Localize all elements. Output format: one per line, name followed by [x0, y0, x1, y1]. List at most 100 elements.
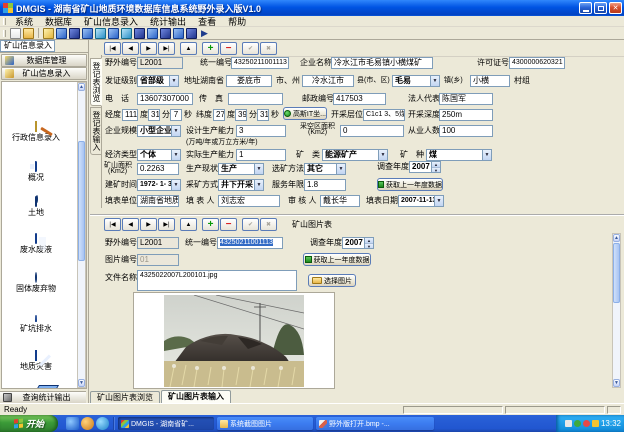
mining-method-combo[interactable]: 井下开采▼	[218, 179, 264, 191]
up-record-button[interactable]: ▲	[180, 218, 197, 231]
menu-help[interactable]: 帮助	[222, 15, 252, 28]
sidebar-item-pit-drainage[interactable]: 矿坑排水	[2, 313, 70, 333]
chevron-down-icon[interactable]: ▼	[434, 196, 443, 206]
waste-water-icon[interactable]	[82, 28, 93, 39]
sidebar-item-solid-waste[interactable]: 固体废弃物	[2, 273, 70, 293]
sidebar-scrollbar[interactable]: ▲ ▼	[77, 82, 86, 388]
chevron-down-icon[interactable]: ▼	[430, 76, 439, 86]
workers-input[interactable]: 100	[439, 125, 493, 137]
picture-panel-scrollbar[interactable]: ▲ ▼	[612, 233, 621, 388]
region-input[interactable]: 冷水江市	[302, 75, 354, 87]
town-input[interactable]: 小横	[470, 75, 510, 87]
task-paint-bmp[interactable]: 野外版打开.bmp -...	[316, 417, 434, 430]
lat-min-input[interactable]: 39	[235, 109, 247, 121]
select-picture-button[interactable]: 选择图片	[308, 274, 356, 287]
pic-no-input[interactable]: 01	[137, 254, 179, 266]
phone-input[interactable]: 13607307000	[137, 93, 193, 105]
add-record-button[interactable]: +	[202, 42, 219, 55]
minimize-button[interactable]	[579, 2, 592, 14]
first-record-button[interactable]: |◀	[104, 42, 121, 55]
edit-record-icon[interactable]	[43, 28, 54, 39]
fill-person-input[interactable]: 刘志宏	[218, 195, 280, 207]
economic-type-combo[interactable]: 个体▼	[137, 149, 181, 161]
menu-statistics-output[interactable]: 统计输出	[144, 15, 192, 28]
survey-year-spinner[interactable]: 2007▲▼	[409, 161, 441, 173]
legal-rep-input[interactable]: 陈国军	[439, 93, 493, 105]
license-no-input[interactable]: 4300000620321	[509, 57, 565, 69]
chevron-down-icon[interactable]: ▼	[336, 164, 345, 174]
scroll-down-icon[interactable]: ▼	[78, 379, 85, 387]
delete-record-button[interactable]: −	[220, 42, 237, 55]
lon-sec-input[interactable]: 7	[170, 109, 182, 121]
design-capacity-input[interactable]: 3	[236, 125, 286, 137]
get-prev-year-button[interactable]: 获取上一年度数据	[377, 178, 443, 191]
pic-field-no-input[interactable]: L2001	[137, 237, 179, 249]
reviewer-input[interactable]: 戴长华	[320, 195, 360, 207]
menu-system[interactable]: 系统	[9, 15, 39, 28]
cancel-record-button[interactable]: ✖	[260, 218, 277, 231]
commit-record-button[interactable]: ✔	[242, 42, 259, 55]
tab-register-browse[interactable]: 登记表浏览	[90, 58, 102, 106]
task-dmgis[interactable]: DMGIS - 湖南省矿...	[118, 417, 214, 430]
restore-button[interactable]	[594, 2, 607, 14]
service-years-input[interactable]: 1.8	[304, 179, 346, 191]
chevron-down-icon[interactable]: ▼	[169, 76, 178, 86]
open-folder-icon[interactable]	[23, 28, 34, 39]
pit-drainage-icon[interactable]	[108, 28, 119, 39]
sidebar-item-overview[interactable]: 概况	[2, 162, 70, 182]
sidebar-group-mine-entry[interactable]: 矿山信息录入	[1, 67, 87, 80]
start-button[interactable]: 开始	[0, 415, 58, 432]
add-record-button[interactable]: +	[202, 218, 219, 231]
actual-capacity-input[interactable]: 1	[236, 149, 286, 161]
sidebar-item-waste-water[interactable]: 废水废液	[2, 234, 70, 254]
sidebar-item-geo-hazard[interactable]: 地质灾害	[2, 351, 70, 371]
more-tools-icon[interactable]: ▶	[199, 28, 210, 39]
unified-no-input[interactable]: 43250211001113	[231, 57, 289, 69]
delete-record-button[interactable]: −	[220, 218, 237, 231]
spin-down-icon[interactable]: ▼	[365, 244, 373, 249]
sidebar-group-database[interactable]: 数据库管理	[1, 54, 87, 67]
tray-icon-3[interactable]	[583, 420, 590, 427]
collapse-icon[interactable]	[147, 28, 158, 39]
chevron-down-icon[interactable]: ▼	[254, 180, 263, 190]
land-survey-icon[interactable]	[134, 28, 145, 39]
chevron-down-icon[interactable]: ▼	[378, 150, 387, 160]
tab-register-input[interactable]: 登记表输入	[90, 107, 102, 155]
chevron-down-icon[interactable]: ▼	[171, 150, 180, 160]
tab-picture-input[interactable]: 矿山图片表输入	[161, 390, 231, 403]
scrollbar-thumb[interactable]	[613, 243, 620, 303]
overview-icon[interactable]	[56, 28, 67, 39]
chevron-down-icon[interactable]: ▼	[171, 126, 180, 136]
solid-waste-icon[interactable]	[95, 28, 106, 39]
gauss-coord-button[interactable]: 高斯IT坐...	[283, 107, 327, 120]
geo-hazard-icon[interactable]	[121, 28, 132, 39]
built-time-combo[interactable]: 1972- 1- 3▼	[137, 179, 181, 191]
pic-survey-year-spinner[interactable]: 2007▲▼	[342, 237, 374, 249]
commit-record-button[interactable]: ✔	[242, 218, 259, 231]
chevron-down-icon[interactable]: ▼	[482, 150, 491, 160]
cert-level-combo[interactable]: 省部级▼	[137, 75, 179, 87]
scroll-up-icon[interactable]: ▲	[613, 234, 620, 242]
column-icon[interactable]	[160, 28, 171, 39]
quicklaunch-icon-2[interactable]	[81, 417, 94, 430]
chart-icon[interactable]	[173, 28, 184, 39]
mining-depth-input[interactable]: 250m	[439, 109, 493, 121]
chevron-down-icon[interactable]: ▼	[171, 180, 180, 190]
postcode-input[interactable]: 417503	[333, 93, 386, 105]
lon-deg-input[interactable]: 111	[122, 109, 138, 121]
new-document-icon[interactable]	[10, 28, 21, 39]
mine-area-input[interactable]: 0.2263	[137, 163, 179, 175]
quicklaunch-icon-3[interactable]	[96, 417, 109, 430]
production-status-combo[interactable]: 生产▼	[218, 163, 264, 175]
next-record-button[interactable]: ▶	[140, 218, 157, 231]
menu-database[interactable]: 数据库	[39, 15, 78, 28]
field-no-input[interactable]: L2001	[137, 57, 183, 69]
mine-class-combo[interactable]: 能源矿产▼	[322, 149, 388, 161]
quicklaunch-icon-1[interactable]	[66, 417, 79, 430]
lat-sec-input[interactable]: 31	[257, 109, 269, 121]
up-record-button[interactable]: ▲	[180, 42, 197, 55]
prev-record-button[interactable]: ◀	[122, 218, 139, 231]
sidebar-item-land[interactable]: 土地	[2, 197, 70, 217]
last-record-button[interactable]: ▶|	[158, 42, 175, 55]
fill-date-combo[interactable]: 2007-11-13▼	[398, 195, 444, 207]
